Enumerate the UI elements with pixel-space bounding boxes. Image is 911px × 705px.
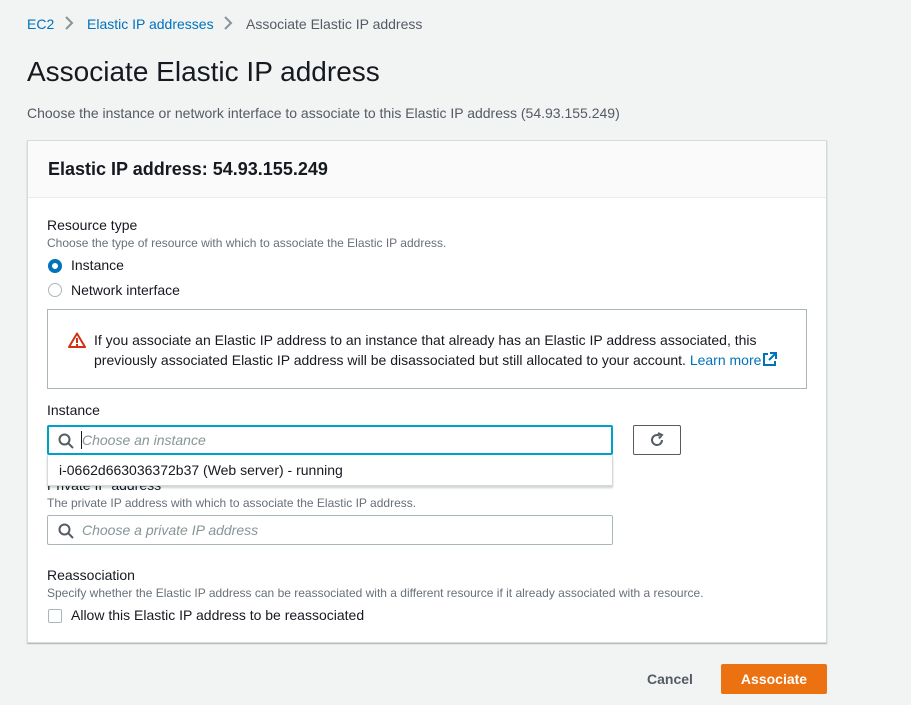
external-link-icon — [762, 352, 778, 372]
breadcrumb-elastic-ip-addresses[interactable]: Elastic IP addresses — [87, 16, 214, 32]
private-ip-description: The private IP address with which to ass… — [47, 496, 417, 510]
radio-instance-label[interactable]: Instance — [71, 257, 124, 273]
private-ip-input[interactable]: Choose a private IP address — [47, 515, 613, 545]
cancel-button[interactable]: Cancel — [635, 664, 705, 694]
instance-search-input[interactable]: Choose an instance — [47, 425, 613, 455]
resource-type-description: Choose the type of resource with which t… — [47, 236, 447, 250]
learn-more-label[interactable]: Learn more — [690, 352, 762, 368]
chevron-right-icon — [220, 15, 236, 31]
chevron-right-icon — [61, 15, 77, 31]
search-icon — [58, 523, 74, 544]
breadcrumb-current: Associate Elastic IP address — [246, 16, 423, 32]
private-ip-placeholder: Choose a private IP address — [82, 522, 259, 538]
radio-network-interface-label[interactable]: Network interface — [71, 282, 180, 298]
warning-icon — [68, 332, 86, 353]
instance-label: Instance — [47, 402, 100, 418]
learn-more-link[interactable]: Learn more — [690, 352, 778, 368]
reassociation-label: Reassociation — [47, 567, 135, 583]
panel-title: Elastic IP address: 54.93.155.249 — [48, 159, 328, 179]
breadcrumb-ec2[interactable]: EC2 — [27, 16, 54, 32]
warning-alert: If you associate an Elastic IP address t… — [47, 309, 807, 389]
page-title: Associate Elastic IP address — [27, 56, 380, 87]
alert-text: If you associate an Elastic IP address t… — [94, 332, 757, 368]
instance-dropdown: i-0662d663036372b37 (Web server) - runni… — [47, 455, 613, 486]
instance-option[interactable]: i-0662d663036372b37 (Web server) - runni… — [59, 462, 343, 478]
associate-panel: Elastic IP address: 54.93.155.249 Resour… — [27, 140, 827, 643]
reassociation-description: Specify whether the Elastic IP address c… — [47, 586, 704, 600]
associate-button[interactable]: Associate — [721, 664, 827, 694]
search-icon — [58, 433, 74, 454]
reassociation-checkbox-label[interactable]: Allow this Elastic IP address to be reas… — [71, 607, 364, 623]
reassociation-checkbox[interactable] — [48, 609, 62, 623]
refresh-button[interactable] — [633, 425, 681, 455]
refresh-icon — [649, 432, 665, 453]
radio-network-interface[interactable] — [48, 283, 62, 297]
panel-header: Elastic IP address: 54.93.155.249 — [28, 141, 826, 198]
radio-instance[interactable] — [48, 259, 62, 273]
page-description: Choose the instance or network interface… — [27, 105, 620, 121]
alert-message: If you associate an Elastic IP address t… — [94, 330, 794, 372]
resource-type-label: Resource type — [47, 217, 138, 233]
instance-placeholder: Choose an instance — [82, 432, 206, 448]
